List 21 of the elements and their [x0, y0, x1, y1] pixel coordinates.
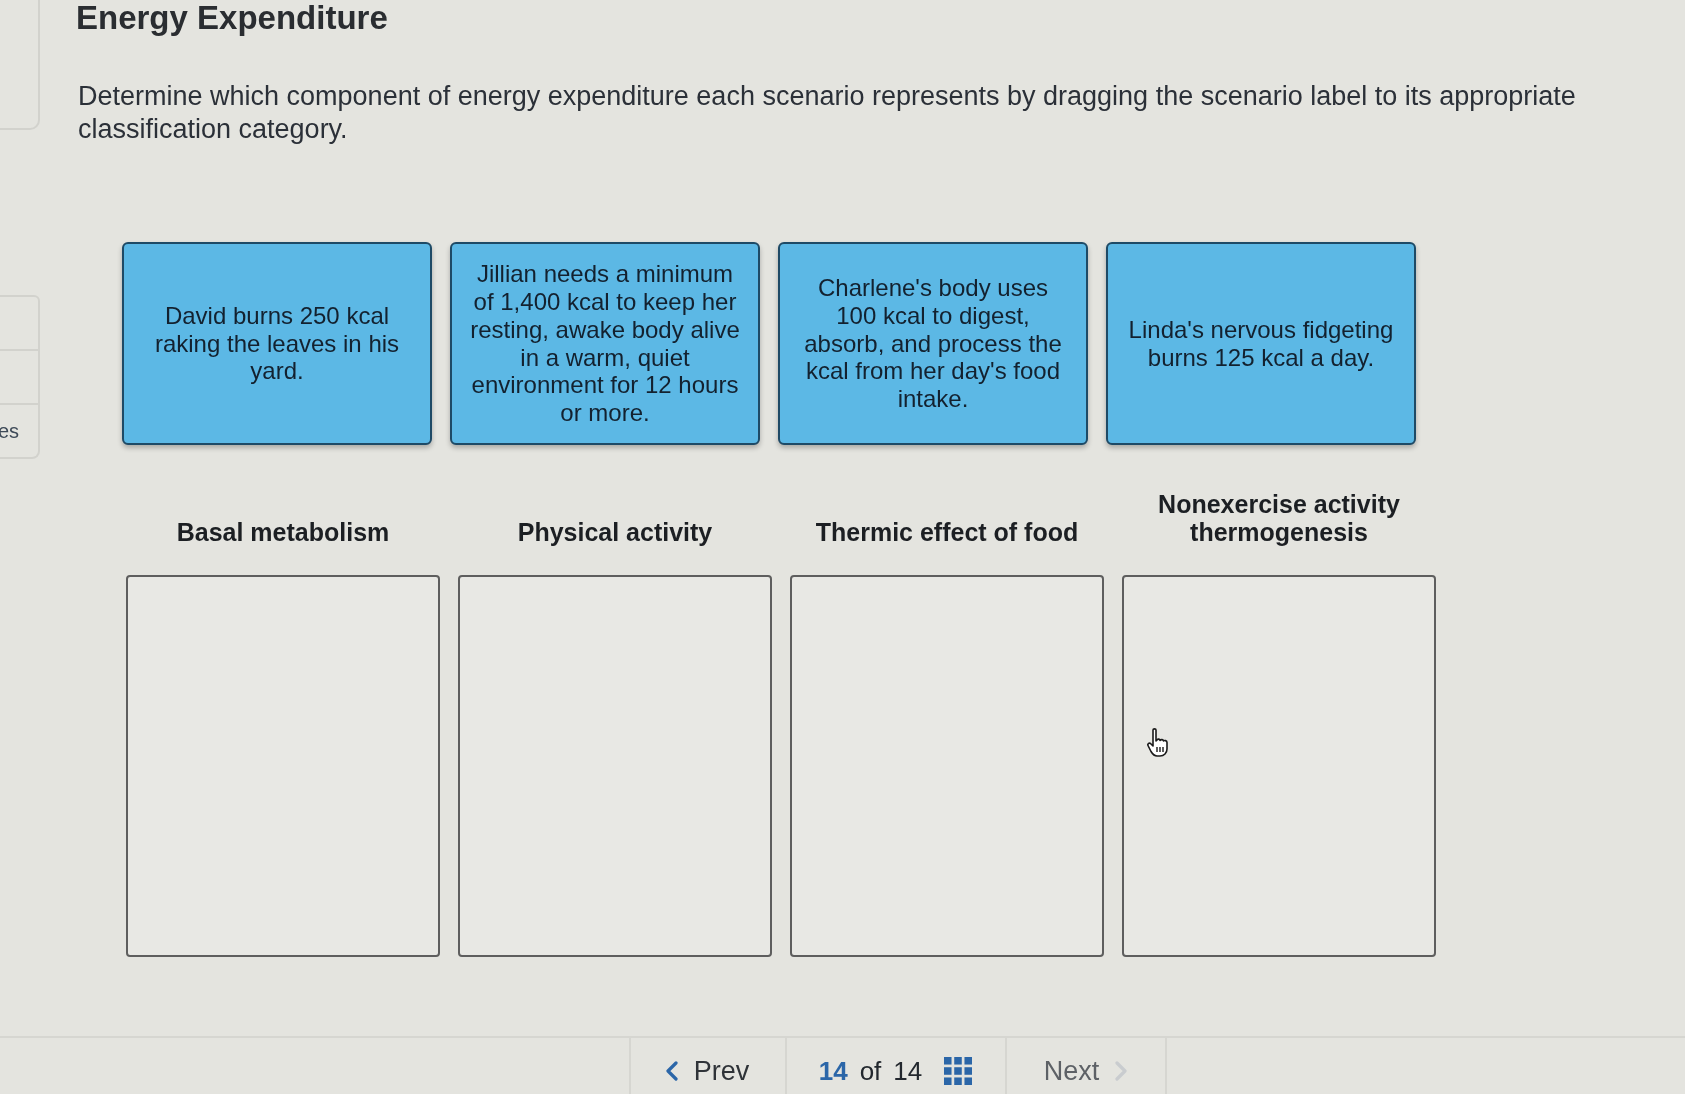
- page-of-text: of: [859, 1055, 882, 1087]
- current-page-number: 14: [818, 1055, 848, 1087]
- category-heading: Nonexercise activity thermogenesis: [1157, 489, 1401, 547]
- category-heading: Physical activity: [517, 518, 713, 547]
- page-title: Energy Expenditure: [76, 0, 389, 36]
- draggable-label[interactable]: David burns 250 kcal raking the leaves in his yard.: [122, 242, 432, 445]
- category-heading: Basal metabolism: [176, 518, 390, 547]
- chevron-left-icon: [665, 1061, 678, 1081]
- draggable-label[interactable]: Jillian needs a minimum of 1,400 kcal to keep her resting, awake body alive in a warm, quiet environment for 12 hours or more.: [450, 242, 760, 445]
- chevron-right-icon: [1115, 1061, 1128, 1081]
- category-heading: Thermic effect of food: [815, 518, 1079, 547]
- drop-zone[interactable]: [790, 575, 1104, 957]
- grid-icon[interactable]: [944, 1057, 973, 1085]
- draggable-label[interactable]: Charlene's body uses 100 kcal to digest, absorb, and process the kcal from her day's food intake.: [778, 242, 1088, 445]
- total-pages-number: 14: [893, 1055, 923, 1087]
- prev-button[interactable]: Prev: [657, 1053, 758, 1089]
- instruction-text: Determine which component of energy expenditure each scenario represents by dragging the scenario label to its appropriate classification category.: [78, 80, 1577, 146]
- drop-zone[interactable]: [458, 575, 772, 957]
- draggable-label[interactable]: Linda's nervous fidgeting burns 125 kcal a day.: [1106, 242, 1416, 445]
- drop-zone[interactable]: [126, 575, 440, 957]
- drop-zone[interactable]: [1122, 575, 1436, 957]
